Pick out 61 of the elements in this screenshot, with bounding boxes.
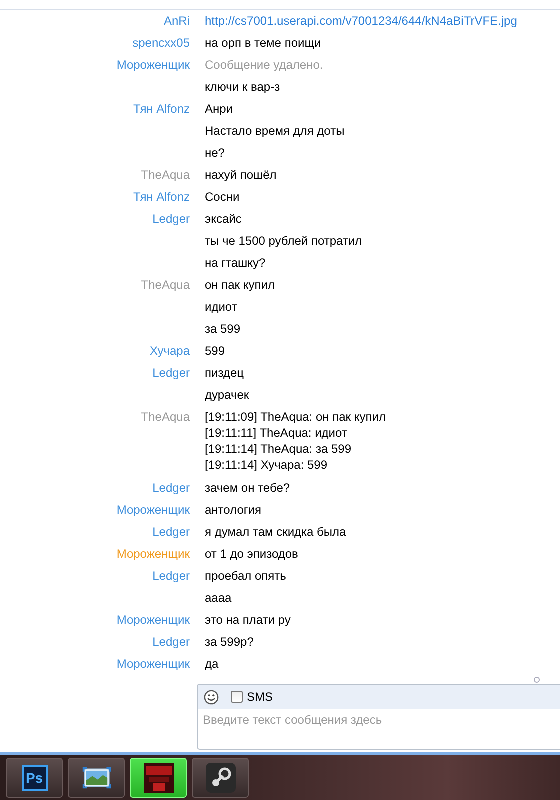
message-text: аааа <box>205 591 232 605</box>
message-text: дурачек <box>205 388 250 402</box>
author-name[interactable]: TheAqua <box>141 410 190 424</box>
sms-label[interactable]: SMS <box>247 690 274 704</box>
author-name[interactable]: Мороженщик <box>116 503 190 517</box>
editor-icon: Ps <box>22 765 48 791</box>
message-text: идиот <box>205 300 238 314</box>
message-text: это на плати ру <box>205 613 291 627</box>
author-name[interactable]: Ledger <box>152 481 190 495</box>
quoted-line: [19:11:14] Хучара: 599 <box>205 457 329 473</box>
message-text: нахуй пошёл <box>205 168 277 182</box>
quoted-line: [19:11:11] TheAqua: идиот <box>205 425 348 441</box>
message-text: за 599р? <box>205 635 254 649</box>
message-text: Сосни <box>205 190 240 204</box>
author-name[interactable]: Ledger <box>152 525 190 539</box>
message-text: за 599 <box>205 322 241 336</box>
deleted-notice: Сообщение удалено. <box>205 58 324 72</box>
author-name[interactable]: AnRi <box>164 14 190 28</box>
author-name[interactable]: spencxx05 <box>132 36 190 50</box>
author-name[interactable]: Мороженщик <box>116 657 190 671</box>
author-name[interactable]: Тян Alfonz <box>134 102 190 116</box>
message-text: антология <box>205 503 262 517</box>
message-text: от 1 до эпизодов <box>205 547 298 561</box>
message-text: Настало время для доты <box>205 124 345 138</box>
taskbar-button[interactable]: Ps <box>6 758 63 798</box>
message-link[interactable]: http://cs7001.userapi.com/v7001234/644/kN4aBiTrVFE.jpg <box>205 14 518 28</box>
author-name[interactable]: Ledger <box>152 212 190 226</box>
message-text: он пак купил <box>205 278 275 292</box>
author-name[interactable]: Мороженщик <box>116 58 190 72</box>
message-text: зачем он тебе? <box>205 481 290 495</box>
message-text: я думал там скидка была <box>205 525 346 539</box>
taskbar-button[interactable] <box>192 758 249 798</box>
message-text: 599 <box>205 344 226 358</box>
author-name[interactable]: TheAqua <box>141 278 190 292</box>
taskbar-button[interactable] <box>68 758 125 798</box>
message-text: пиздец <box>205 366 244 380</box>
message-text: ключи к вар-з <box>205 80 280 94</box>
message-text: ты че 1500 рублей потратил <box>205 234 362 248</box>
author-name[interactable]: Тян Alfonz <box>134 190 190 204</box>
message-text: на орп в теме поищи <box>205 36 322 50</box>
author-name[interactable]: TheAqua <box>141 168 190 182</box>
status-dot <box>534 676 540 682</box>
author-name[interactable]: Мороженщик <box>116 613 190 627</box>
author-name[interactable]: Ledger <box>152 366 190 380</box>
message-text: да <box>205 657 219 671</box>
author-name[interactable]: Хучара <box>150 344 190 358</box>
message-text: не? <box>205 146 225 160</box>
author-name[interactable]: Ledger <box>152 635 190 649</box>
message-input[interactable]: Введите текст сообщения здесь <box>197 709 560 750</box>
quoted-line: [19:11:09] TheAqua: он пак купил <box>205 409 387 425</box>
message-text: проебал опять <box>205 569 286 583</box>
message-text: Анри <box>205 102 234 116</box>
sms-checkbox[interactable] <box>231 691 243 703</box>
author-name[interactable]: Ledger <box>152 569 190 583</box>
app-logo-icon <box>206 763 236 793</box>
game-icon <box>144 763 174 793</box>
smiley-icon[interactable] <box>204 690 219 704</box>
quoted-line: [19:11:14] TheAqua: за 599 <box>205 441 353 457</box>
message-text: на гташку? <box>205 256 266 270</box>
message-text: эксайс <box>205 212 242 226</box>
author-name[interactable]: Мороженщик <box>116 547 190 561</box>
